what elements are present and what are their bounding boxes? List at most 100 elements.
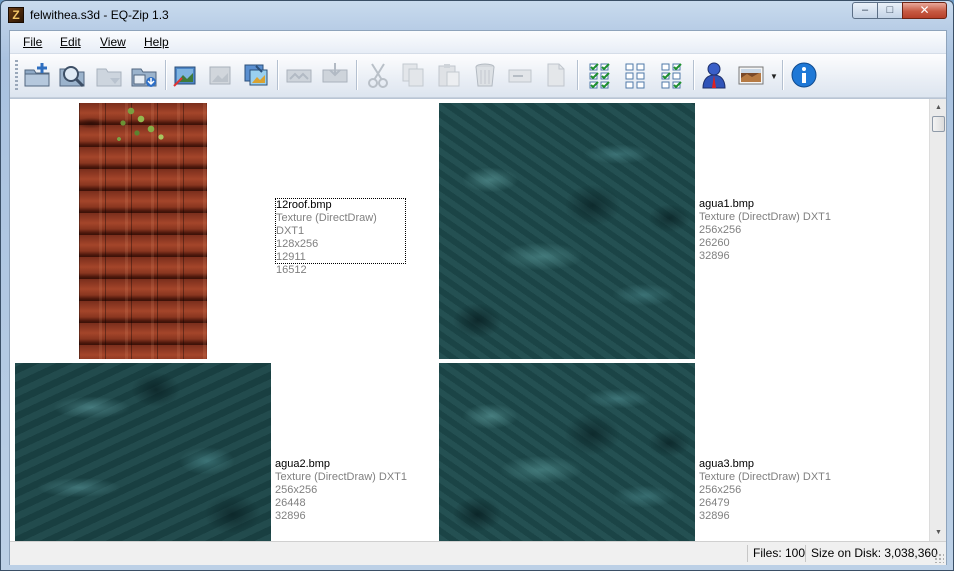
menu-view[interactable]: View <box>100 35 126 49</box>
open-folder-icon <box>96 68 122 87</box>
window-title: felwithea.s3d - EQ-Zip 1.3 <box>30 8 169 22</box>
toolbar-separator <box>165 60 167 90</box>
toolbar-separator <box>693 60 695 90</box>
extract-icon <box>244 64 268 86</box>
thumbnail-image[interactable] <box>15 363 271 541</box>
import-button[interactable] <box>170 60 200 90</box>
menu-help[interactable]: Help <box>144 35 169 49</box>
flip-button[interactable] <box>284 60 314 90</box>
file-compressed-size: 26260 <box>699 237 730 249</box>
status-files-count: Files: 100 <box>747 545 805 562</box>
new-archive-icon <box>24 63 50 87</box>
resize-grip[interactable] <box>934 553 944 563</box>
caption-buttons: – □ ✕ <box>852 2 947 20</box>
open-folder-button[interactable] <box>94 60 124 90</box>
copy-button[interactable] <box>398 60 428 90</box>
select-all-icon <box>589 63 610 89</box>
about-button[interactable] <box>789 60 819 90</box>
user-icon <box>702 62 726 89</box>
merge-icon <box>322 63 348 83</box>
rename-icon <box>508 69 532 83</box>
delete-icon <box>475 63 495 87</box>
file-dimensions: 128x256 <box>276 238 319 250</box>
status-bar: Files: 100 Size on Disk: 3,038,360 <box>10 541 946 565</box>
cut-icon <box>368 63 388 88</box>
toolbar-separator <box>277 60 279 90</box>
invert-selection-button[interactable] <box>658 60 688 90</box>
view-mode-dropdown-arrow[interactable]: ▼ <box>770 72 778 81</box>
file-size: 32896 <box>699 250 730 262</box>
file-info[interactable]: agua2.bmp Texture (DirectDraw) DXT1 256x… <box>275 458 407 523</box>
toolbar-separator <box>782 60 784 90</box>
file-name: agua3.bmp <box>699 458 755 470</box>
scroll-thumb[interactable] <box>932 116 945 132</box>
export-icon <box>209 66 231 85</box>
status-size-on-disk: Size on Disk: 3,038,360 <box>805 545 938 562</box>
app-window: Z felwithea.s3d - EQ-Zip 1.3 – □ ✕ File … <box>0 0 954 571</box>
file-type: Texture (DirectDraw) DXT1 <box>699 211 832 223</box>
view-mode-button[interactable] <box>736 60 766 90</box>
open-icon <box>59 66 85 88</box>
toolbar: ▼ <box>10 54 946 98</box>
toolbar-grip[interactable] <box>15 60 18 90</box>
file-size: 32896 <box>699 510 730 522</box>
file-name: 12roof.bmp <box>276 199 332 211</box>
file-dimensions: 256x256 <box>699 484 742 496</box>
paste-button[interactable] <box>434 60 464 90</box>
file-type: Texture (DirectDraw) DXT1 <box>275 471 408 483</box>
select-all-button[interactable] <box>586 60 616 90</box>
title-bar[interactable]: Z felwithea.s3d - EQ-Zip 1.3 – □ ✕ <box>1 1 953 29</box>
open-button[interactable] <box>57 60 87 90</box>
user-button[interactable] <box>699 60 729 90</box>
properties-icon <box>547 63 565 87</box>
app-icon[interactable]: Z <box>8 7 24 23</box>
export-button[interactable] <box>205 60 235 90</box>
file-size: 32896 <box>275 510 306 522</box>
file-name: agua1.bmp <box>699 198 755 210</box>
invert-selection-icon <box>661 63 682 89</box>
file-dimensions: 256x256 <box>699 224 742 236</box>
menu-file[interactable]: File <box>23 35 42 49</box>
delete-button[interactable] <box>470 60 500 90</box>
save-icon <box>131 68 157 87</box>
thumbnail-image[interactable] <box>79 103 207 359</box>
file-dimensions: 256x256 <box>275 484 318 496</box>
rename-button[interactable] <box>505 60 535 90</box>
maximize-button[interactable]: □ <box>877 2 903 19</box>
extract-button[interactable] <box>241 60 271 90</box>
file-type: Texture (DirectDraw) DXT1 <box>699 471 832 483</box>
cut-button[interactable] <box>363 60 393 90</box>
save-button[interactable] <box>129 60 159 90</box>
select-none-icon <box>625 63 645 89</box>
scroll-up-arrow[interactable]: ▲ <box>933 102 944 113</box>
toolbar-separator <box>356 60 358 90</box>
import-icon <box>173 66 196 87</box>
menu-edit[interactable]: Edit <box>60 35 81 49</box>
file-compressed-size: 12911 <box>276 251 306 263</box>
scroll-down-arrow[interactable]: ▼ <box>933 527 944 538</box>
ivy-texture <box>111 103 171 151</box>
file-info[interactable]: 12roof.bmp Texture (DirectDraw) DXT1 128… <box>275 198 406 276</box>
flip-icon <box>286 69 312 83</box>
copy-icon <box>402 63 424 87</box>
merge-button[interactable] <box>320 60 350 90</box>
file-compressed-size: 26448 <box>275 497 306 509</box>
minimize-button[interactable]: – <box>852 2 878 19</box>
file-type: Texture (DirectDraw) DXT1 <box>276 212 377 237</box>
menu-bar: File Edit View Help <box>10 31 946 54</box>
vertical-scrollbar[interactable]: ▲ ▼ <box>929 99 946 541</box>
thumbnail-image[interactable] <box>439 363 695 541</box>
paste-icon <box>438 64 460 87</box>
select-none-button[interactable] <box>622 60 652 90</box>
thumbnail-image[interactable] <box>439 103 695 359</box>
new-button[interactable] <box>22 60 52 90</box>
file-name: agua2.bmp <box>275 458 331 470</box>
close-button[interactable]: ✕ <box>902 2 947 19</box>
file-thumbnail-view[interactable]: 12roof.bmp Texture (DirectDraw) DXT1 128… <box>10 98 946 541</box>
file-info[interactable]: agua3.bmp Texture (DirectDraw) DXT1 256x… <box>699 458 831 523</box>
view-mode-icon <box>738 66 764 85</box>
toolbar-separator <box>577 60 579 90</box>
client-area: File Edit View Help ▼ 12roof.bmp Texture… <box>9 30 947 565</box>
file-info[interactable]: agua1.bmp Texture (DirectDraw) DXT1 256x… <box>699 198 831 263</box>
properties-button[interactable] <box>541 60 571 90</box>
